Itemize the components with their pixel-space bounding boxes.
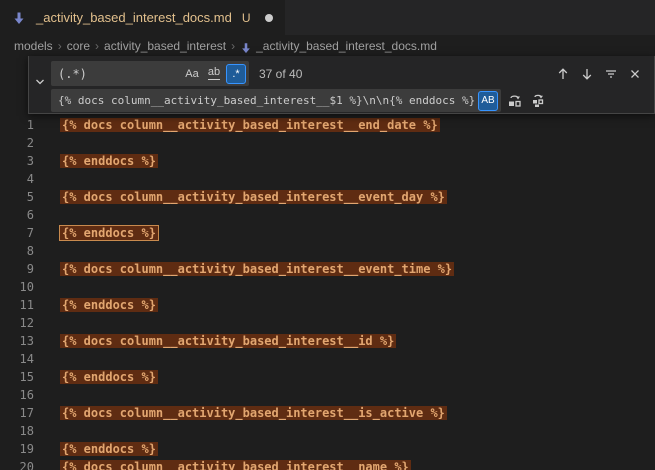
code-line[interactable]: 2 xyxy=(0,134,655,152)
line-number: 17 xyxy=(0,406,38,420)
match-case-toggle[interactable]: Aa xyxy=(182,64,202,84)
find-match[interactable]: {% docs column__activity_based_interest_… xyxy=(60,190,447,204)
breadcrumb-separator-icon: › xyxy=(95,39,99,53)
breadcrumb-item[interactable]: core xyxy=(67,39,90,53)
tab-bar: _activity_based_interest_docs.md U xyxy=(0,0,655,35)
code-line[interactable]: 10 xyxy=(0,278,655,296)
line-number: 19 xyxy=(0,442,38,456)
find-match[interactable]: {% enddocs %} xyxy=(60,154,158,168)
code-line[interactable]: 8 xyxy=(0,242,655,260)
code-line[interactable]: 4 xyxy=(0,170,655,188)
arrow-down-icon xyxy=(580,67,594,81)
code-line[interactable]: 16 xyxy=(0,386,655,404)
code-line[interactable]: 11 {% enddocs %} xyxy=(0,296,655,314)
code-line[interactable]: 9 {% docs column__activity_based_interes… xyxy=(0,260,655,278)
code-line[interactable]: 17 {% docs column__activity_based_intere… xyxy=(0,404,655,422)
find-match[interactable]: {% enddocs %} xyxy=(60,442,158,456)
regex-toggle[interactable]: .* xyxy=(226,64,246,84)
replace-all-button[interactable] xyxy=(527,90,549,112)
find-match[interactable]: {% docs column__activity_based_interest_… xyxy=(60,262,454,276)
code-line[interactable]: 7 {% enddocs %} xyxy=(0,224,655,242)
line-number: 4 xyxy=(0,172,38,186)
code-line[interactable]: 12 xyxy=(0,314,655,332)
close-icon xyxy=(628,67,642,81)
code-line[interactable]: 13 {% docs column__activity_based_intere… xyxy=(0,332,655,350)
line-number: 7 xyxy=(0,226,38,240)
replace-icon xyxy=(507,93,522,108)
line-number: 5 xyxy=(0,190,38,204)
git-status-badge: U xyxy=(242,11,251,25)
line-number: 12 xyxy=(0,316,38,330)
find-match[interactable]: {% enddocs %} xyxy=(60,370,158,384)
code-line[interactable]: 15 {% enddocs %} xyxy=(0,368,655,386)
code-line[interactable]: 5 {% docs column__activity_based_interes… xyxy=(0,188,655,206)
editor-tab[interactable]: _activity_based_interest_docs.md U xyxy=(0,0,285,35)
breadcrumb-item[interactable]: _activity_based_interest_docs.md xyxy=(256,39,437,53)
code-line[interactable]: 19 {% enddocs %} xyxy=(0,440,655,458)
line-number: 3 xyxy=(0,154,38,168)
match-count: 37 of 40 xyxy=(259,67,302,81)
breadcrumb-separator-icon: › xyxy=(58,39,62,53)
find-query: (.*) xyxy=(58,67,180,81)
find-in-selection-button[interactable] xyxy=(600,63,622,85)
line-number: 11 xyxy=(0,298,38,312)
find-match[interactable]: {% docs column__activity_based_interest_… xyxy=(60,118,440,132)
replace-button[interactable] xyxy=(503,90,525,112)
find-match[interactable]: {% docs column__activity_based_interest_… xyxy=(60,406,447,420)
line-number: 20 xyxy=(0,460,38,470)
code-line[interactable]: 14 xyxy=(0,350,655,368)
close-find-widget-button[interactable] xyxy=(624,63,646,85)
code-line[interactable]: 20 {% docs column__activity_based_intere… xyxy=(0,458,655,470)
find-replace-widget: (.*) Aa ab .* 37 of 40 xyxy=(28,56,655,114)
whole-word-toggle[interactable]: ab xyxy=(204,64,224,84)
code-line[interactable]: 3 {% enddocs %} xyxy=(0,152,655,170)
previous-match-button[interactable] xyxy=(552,63,574,85)
find-match[interactable]: {% enddocs %} xyxy=(60,226,158,240)
line-number: 13 xyxy=(0,334,38,348)
replace-value: {% docs column__activity_based_interest_… xyxy=(58,94,476,107)
code-line[interactable]: 1 {% docs column__activity_based_interes… xyxy=(0,116,655,134)
breadcrumb: models › core › activity_based_interest › _ac… xyxy=(0,35,655,57)
line-number: 14 xyxy=(0,352,38,366)
next-match-button[interactable] xyxy=(576,63,598,85)
code-line[interactable]: 18 xyxy=(0,422,655,440)
line-number: 15 xyxy=(0,370,38,384)
tab-filename: _activity_based_interest_docs.md xyxy=(36,10,232,25)
toggle-replace-button[interactable] xyxy=(29,56,51,113)
arrow-up-icon xyxy=(556,67,570,81)
find-match[interactable]: {% docs column__activity_based_interest_… xyxy=(60,334,396,348)
line-number: 2 xyxy=(0,136,38,150)
line-number: 9 xyxy=(0,262,38,276)
breadcrumb-item[interactable]: models xyxy=(14,39,53,53)
markdown-file-icon xyxy=(12,11,26,25)
replace-all-icon xyxy=(531,93,546,108)
chevron-down-icon xyxy=(33,75,47,94)
unsaved-changes-icon[interactable] xyxy=(265,14,273,22)
preserve-case-toggle[interactable]: AB xyxy=(478,91,498,111)
editor-content: 1 {% docs column__activity_based_interes… xyxy=(0,116,655,470)
filter-icon xyxy=(604,67,618,81)
find-match[interactable]: {% enddocs %} xyxy=(60,298,158,312)
breadcrumb-item[interactable]: activity_based_interest xyxy=(104,39,226,53)
line-number: 10 xyxy=(0,280,38,294)
find-input[interactable]: (.*) Aa ab .* xyxy=(51,61,249,86)
find-match[interactable]: {% docs column__activity_based_interest_… xyxy=(60,460,411,470)
breadcrumb-separator-icon: › xyxy=(231,39,235,53)
line-number: 1 xyxy=(0,118,38,132)
code-line[interactable]: 6 xyxy=(0,206,655,224)
line-number: 8 xyxy=(0,244,38,258)
markdown-file-icon xyxy=(240,42,252,54)
line-number: 16 xyxy=(0,388,38,402)
line-number: 6 xyxy=(0,208,38,222)
line-number: 18 xyxy=(0,424,38,438)
replace-input[interactable]: {% docs column__activity_based_interest_… xyxy=(51,89,501,112)
